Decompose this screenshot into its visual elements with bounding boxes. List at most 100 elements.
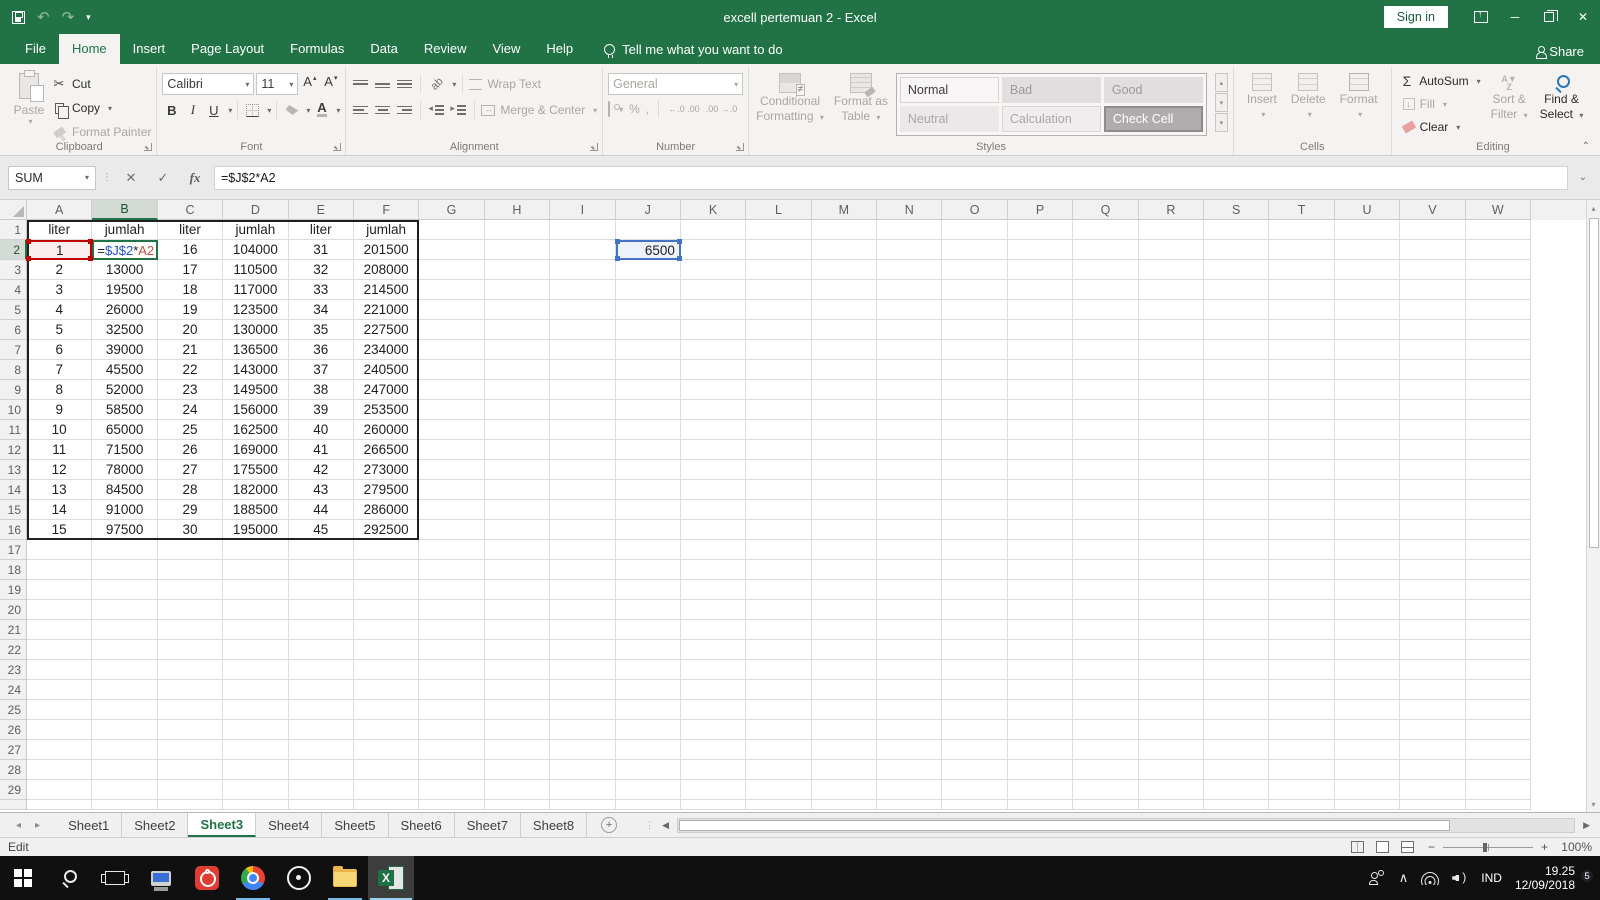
cell-I26[interactable]: [550, 720, 616, 740]
cell-Q17[interactable]: [1073, 540, 1139, 560]
tab-help[interactable]: Help: [533, 34, 586, 64]
chrome-button[interactable]: [230, 856, 276, 900]
row-header-21[interactable]: 21: [0, 620, 27, 640]
font-dialog-launcher[interactable]: [333, 143, 342, 151]
cell-A21[interactable]: [27, 620, 93, 640]
reference-handle[interactable]: [676, 256, 682, 261]
cell-W10[interactable]: [1465, 400, 1531, 420]
cell-K26[interactable]: [680, 720, 747, 740]
cell-L5[interactable]: [746, 300, 812, 320]
cell-R7[interactable]: [1138, 340, 1205, 360]
cell-H26[interactable]: [484, 720, 551, 740]
cell-B3[interactable]: 13000: [92, 260, 158, 280]
cell-G1[interactable]: [419, 220, 485, 240]
bottom-align-button[interactable]: [395, 74, 414, 94]
autosum-button[interactable]: Σ AutoSum ▾: [1403, 71, 1481, 91]
cell-T4[interactable]: [1269, 280, 1335, 300]
row-header-7[interactable]: 7: [0, 340, 27, 360]
collapse-ribbon-icon[interactable]: ⌃: [1582, 141, 1590, 152]
cell-C28[interactable]: [157, 760, 224, 780]
row-header-9[interactable]: 9: [0, 380, 27, 400]
font-family-select[interactable]: Calibri ▾: [162, 73, 255, 95]
cell-K14[interactable]: [680, 480, 747, 500]
cell-C21[interactable]: [157, 620, 224, 640]
cell-D14[interactable]: 182000: [223, 480, 289, 500]
orientation-button[interactable]: ab: [427, 74, 446, 94]
cell-G30[interactable]: [419, 800, 485, 810]
cell-G21[interactable]: [419, 620, 485, 640]
cell-K18[interactable]: [680, 560, 747, 580]
cell-P29[interactable]: [1007, 780, 1074, 800]
cell-N15[interactable]: [877, 500, 943, 520]
cell-E15[interactable]: 44: [288, 500, 354, 520]
cell-B13[interactable]: 78000: [92, 460, 158, 480]
cell-E12[interactable]: 41: [288, 440, 354, 460]
cell-N13[interactable]: [877, 460, 943, 480]
cell-B8[interactable]: 45500: [92, 360, 158, 380]
cell-U7[interactable]: [1334, 340, 1401, 360]
cell-O5[interactable]: [942, 300, 1008, 320]
cell-F5[interactable]: 221000: [353, 300, 420, 320]
cell-N29[interactable]: [877, 780, 943, 800]
cell-style-check-cell[interactable]: Check Cell: [1103, 106, 1203, 132]
cell-Q25[interactable]: [1073, 700, 1139, 720]
cell-H9[interactable]: [484, 380, 551, 400]
font-color-button[interactable]: A: [312, 100, 331, 120]
cell-V30[interactable]: [1400, 800, 1466, 810]
cell-O15[interactable]: [942, 500, 1008, 520]
cell-N1[interactable]: [877, 220, 943, 240]
cell-A14[interactable]: 13: [27, 480, 93, 500]
cell-J10[interactable]: [615, 400, 681, 420]
cell-R26[interactable]: [1138, 720, 1205, 740]
cell-Q10[interactable]: [1073, 400, 1139, 420]
cell-B10[interactable]: 58500: [92, 400, 158, 420]
cell-A19[interactable]: [27, 580, 93, 600]
cell-R17[interactable]: [1138, 540, 1205, 560]
cell-D29[interactable]: [223, 780, 289, 800]
cell-V12[interactable]: [1400, 440, 1466, 460]
cell-C27[interactable]: [157, 740, 224, 760]
row-header-18[interactable]: 18: [0, 560, 27, 580]
cell-I15[interactable]: [550, 500, 616, 520]
cell-K4[interactable]: [680, 280, 747, 300]
cell-R3[interactable]: [1138, 260, 1205, 280]
ribbon-display-options-button[interactable]: [1464, 0, 1498, 34]
row-header-13[interactable]: 13: [0, 460, 27, 480]
cell-T17[interactable]: [1269, 540, 1335, 560]
cell-P12[interactable]: [1007, 440, 1074, 460]
cell-H25[interactable]: [484, 700, 551, 720]
cell-T23[interactable]: [1269, 660, 1335, 680]
tab-data[interactable]: Data: [357, 34, 410, 64]
decrease-decimal-button[interactable]: .00 →.0: [706, 105, 738, 114]
cell-P10[interactable]: [1007, 400, 1074, 420]
cell-M20[interactable]: [811, 600, 878, 620]
cell-B9[interactable]: 52000: [92, 380, 158, 400]
cell-K10[interactable]: [680, 400, 747, 420]
shrink-font-button[interactable]: A ▾: [321, 74, 340, 94]
cell-J4[interactable]: [615, 280, 681, 300]
row-header-28[interactable]: 28: [0, 760, 27, 780]
cell-T6[interactable]: [1269, 320, 1335, 340]
cell-G11[interactable]: [419, 420, 485, 440]
cell-B12[interactable]: 71500: [92, 440, 158, 460]
cell-D1[interactable]: jumlah: [223, 220, 289, 240]
cell-U29[interactable]: [1334, 780, 1401, 800]
cell-G17[interactable]: [419, 540, 485, 560]
row-header-22[interactable]: 22: [0, 640, 27, 660]
cell-K6[interactable]: [680, 320, 747, 340]
cell-U20[interactable]: [1334, 600, 1401, 620]
cell-L10[interactable]: [746, 400, 812, 420]
cell-J7[interactable]: [615, 340, 681, 360]
cell-C5[interactable]: 19: [157, 300, 224, 320]
cell-P3[interactable]: [1007, 260, 1074, 280]
column-header-C[interactable]: C: [157, 200, 224, 220]
cell-G4[interactable]: [419, 280, 485, 300]
cell-S17[interactable]: [1204, 540, 1270, 560]
cell-R9[interactable]: [1138, 380, 1205, 400]
cell-E8[interactable]: 37: [288, 360, 354, 380]
column-header-M[interactable]: M: [811, 200, 878, 220]
cell-W3[interactable]: [1465, 260, 1531, 280]
column-header-K[interactable]: K: [680, 200, 747, 220]
tab-page-layout[interactable]: Page Layout: [178, 34, 277, 64]
cell-M14[interactable]: [811, 480, 878, 500]
